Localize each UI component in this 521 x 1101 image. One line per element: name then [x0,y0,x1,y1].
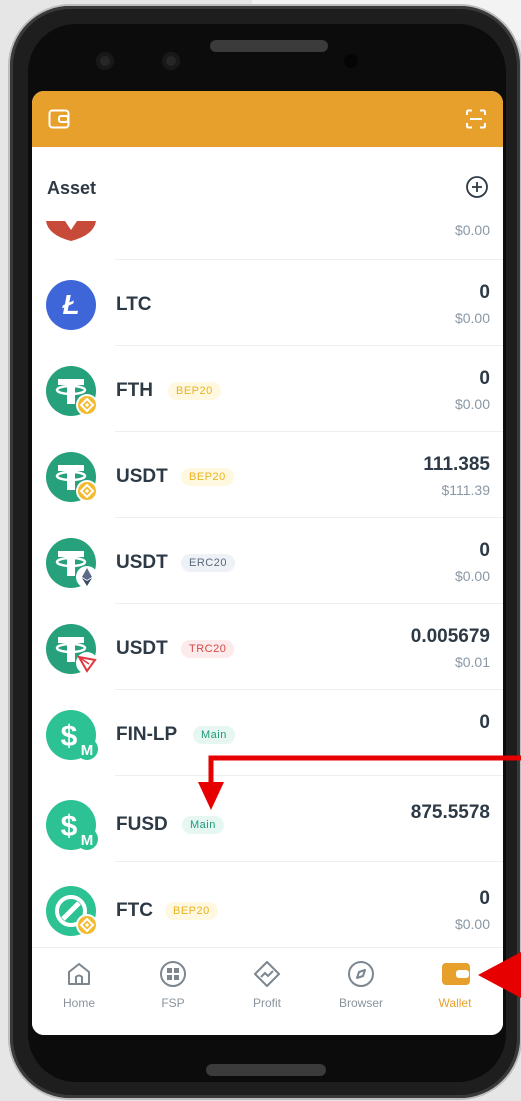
nav-fsp[interactable]: FSP [126,948,220,1035]
network-tag: BEP20 [181,468,234,486]
nav-browser[interactable]: Browser [314,948,408,1035]
network-tag: TRC20 [181,640,235,658]
asset-row[interactable]: USDT TRC20 0.005679 $0.01 [32,604,503,690]
network-tag: Main [182,816,224,834]
bnb-chain-icon [76,480,98,502]
network-tag: ERC20 [181,554,235,572]
nav-label: Profit [252,996,281,1010]
app-screen: Asset $0.00 Ł LTC 0 $0.00 FTH BEP20 0 $0… [32,91,503,1035]
front-sensor [162,52,180,70]
nav-label: FSP [161,996,185,1010]
asset-symbol: LTC [116,294,152,315]
home-icon [68,963,90,985]
svg-text:M: M [81,742,94,759]
usd-value: $0.00 [454,568,490,584]
ltc-coin-icon: Ł [46,280,96,330]
bnb-chain-icon [76,394,98,416]
asset-amount: 0 [479,888,490,909]
usd-value: $0.00 [454,396,490,412]
nav-profit[interactable]: Profit [220,948,314,1035]
usd-value: $0.00 [454,916,490,932]
network-tag: BEP20 [165,902,218,920]
top-bar [32,91,503,147]
nav-label: Browser [338,996,383,1010]
ethereum-chain-icon [76,566,98,588]
asset-symbol: USDT [116,638,168,659]
asset-amount: 0 [479,368,490,389]
main-network-icon: M [76,828,98,850]
asset-symbol: USDT [116,552,168,573]
asset-symbol: FUSD [116,814,168,835]
asset-amount: 0 [479,282,490,303]
svg-text:Ł: Ł [61,289,79,320]
coin-partial-icon [46,221,96,241]
asset-row[interactable]: FTC BEP20 0 $0.00 [32,862,503,947]
asset-amount: 0.005679 [410,626,490,647]
asset-row[interactable]: USDT BEP20 111.385 $111.39 [32,432,503,518]
usd-value: $111.39 [441,482,490,498]
usd-value: $0.00 [454,310,490,326]
asset-amount: 111.385 [423,454,490,475]
network-tag: BEP20 [168,382,221,400]
usd-value: $0.01 [454,654,490,670]
add-asset-icon[interactable] [465,175,489,199]
asset-row[interactable]: FTH BEP20 0 $0.00 [32,346,503,432]
asset-row[interactable]: Ł LTC 0 $0.00 [32,260,503,346]
profit-icon [254,961,280,987]
asset-symbol: FTH [116,380,153,401]
asset-row[interactable]: $0.00 [32,221,503,260]
nav-home[interactable]: Home [32,948,126,1035]
usd-value: $0.00 [454,222,490,238]
fsp-icon [160,961,186,987]
bottom-nav: Home FSP Profit Browser Wallet [32,947,503,1035]
tron-chain-icon [76,652,98,674]
bnb-chain-icon [76,914,98,936]
main-network-icon: M [76,738,98,760]
proximity-sensor [344,54,358,68]
asset-symbol: FTC [116,900,153,921]
compass-icon [348,961,374,987]
asset-row[interactable]: USDT ERC20 0 $0.00 [32,518,503,604]
asset-symbol: USDT [116,466,168,487]
asset-title: Asset [47,178,97,198]
network-tag: Main [193,726,235,744]
annotation-arrow-main-tag [198,755,521,810]
wallet-icon [442,963,470,985]
asset-amount: 0 [479,540,490,561]
svg-text:M: M [81,832,94,849]
front-camera [96,52,114,70]
earpiece-speaker [210,40,328,52]
nav-label: Home [62,996,95,1010]
asset-symbol: FIN-LP [116,724,178,745]
wallet-icon[interactable] [48,109,70,129]
bottom-speaker [206,1064,326,1076]
asset-amount: 0 [479,712,490,733]
scan-icon[interactable] [465,109,487,129]
annotation-arrow-wallet [478,952,521,998]
